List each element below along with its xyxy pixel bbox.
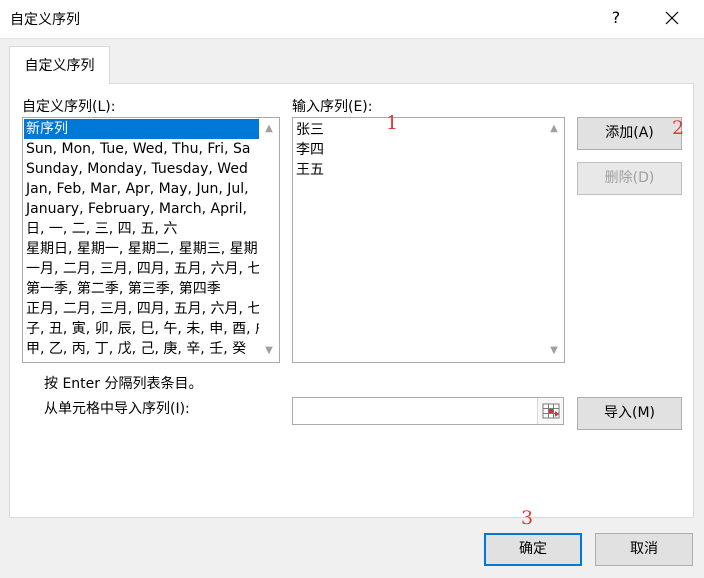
list-entries-label: 输入序列(E): — [292, 99, 373, 115]
list-item[interactable]: January, February, March, April, — [24, 199, 259, 219]
annotation-2: 2 — [672, 117, 685, 139]
title-bar — [0, 0, 704, 38]
list-item[interactable]: 日, 一, 二, 三, 四, 五, 六 — [24, 219, 259, 239]
list-item[interactable]: 一月, 二月, 三月, 四月, 五月, 六月, 七 — [24, 259, 259, 279]
list-item[interactable]: 甲, 乙, 丙, 丁, 戊, 己, 庚, 辛, 壬, 癸 — [24, 339, 259, 359]
cancel-button[interactable]: 取消 — [595, 533, 693, 566]
annotation-3: 3 — [521, 507, 534, 529]
custom-lists-label: 自定义序列(L): — [22, 99, 116, 115]
tab-custom-lists[interactable]: 自定义序列 — [9, 46, 110, 84]
range-select-button[interactable] — [537, 398, 563, 424]
scroll-down-icon[interactable]: ▼ — [259, 342, 279, 360]
import-button[interactable]: 导入(M) — [577, 397, 682, 430]
ok-button[interactable]: 确定 — [484, 533, 582, 566]
import-label: 从单元格中导入序列(I): — [44, 401, 190, 417]
list-item[interactable]: Sun, Mon, Tue, Wed, Thu, Fri, Sa — [24, 139, 259, 159]
entry-line: 张三 — [296, 122, 324, 138]
entries-scrollbar[interactable]: ▲ ▼ — [544, 118, 564, 362]
list-item[interactable]: 子, 丑, 寅, 卯, 辰, 巳, 午, 未, 申, 酉, 戌 — [24, 319, 259, 339]
annotation-1: 1 — [386, 112, 399, 134]
list-item[interactable]: 新序列 — [24, 119, 259, 139]
entry-line: 王五 — [296, 162, 324, 178]
help-button[interactable]: ? — [604, 6, 628, 30]
list-entries: 张三 李四 王五 — [296, 120, 324, 180]
entry-line: 李四 — [296, 142, 324, 158]
scroll-down-icon[interactable]: ▼ — [544, 342, 564, 360]
list-entries-textarea[interactable]: 张三李四王五 ▲ ▼ — [292, 117, 565, 363]
list-items: 新序列 Sun, Mon, Tue, Wed, Thu, Fri, Sa Sunda… — [24, 119, 259, 359]
add-button[interactable]: 添加(A) — [577, 117, 682, 150]
list-item[interactable]: Sunday, Monday, Tuesday, Wed — [24, 159, 259, 179]
list-item[interactable]: 星期日, 星期一, 星期二, 星期三, 星期 — [24, 239, 259, 259]
list-scrollbar[interactable]: ▲ ▼ — [259, 118, 279, 362]
delete-button[interactable]: 删除(D) — [577, 162, 682, 195]
list-item[interactable]: Jan, Feb, Mar, Apr, May, Jun, Jul, — [24, 179, 259, 199]
range-select-icon — [542, 403, 560, 419]
window-title: 自定义序列 — [10, 12, 80, 28]
close-button[interactable] — [660, 6, 684, 30]
import-range-input[interactable] — [292, 397, 564, 425]
hint-text: 按 Enter 分隔列表条目。 — [44, 376, 203, 392]
scroll-up-icon[interactable]: ▲ — [259, 120, 279, 138]
list-item[interactable]: 第一季, 第二季, 第三季, 第四季 — [24, 279, 259, 299]
custom-lists-listbox[interactable]: 新序列 Sun, Mon, Tue, Wed, Thu, Fri, Sa Sunda… — [22, 117, 280, 363]
list-item[interactable]: 正月, 二月, 三月, 四月, 五月, 六月, 七 — [24, 299, 259, 319]
close-icon — [665, 11, 679, 25]
scroll-up-icon[interactable]: ▲ — [544, 120, 564, 138]
